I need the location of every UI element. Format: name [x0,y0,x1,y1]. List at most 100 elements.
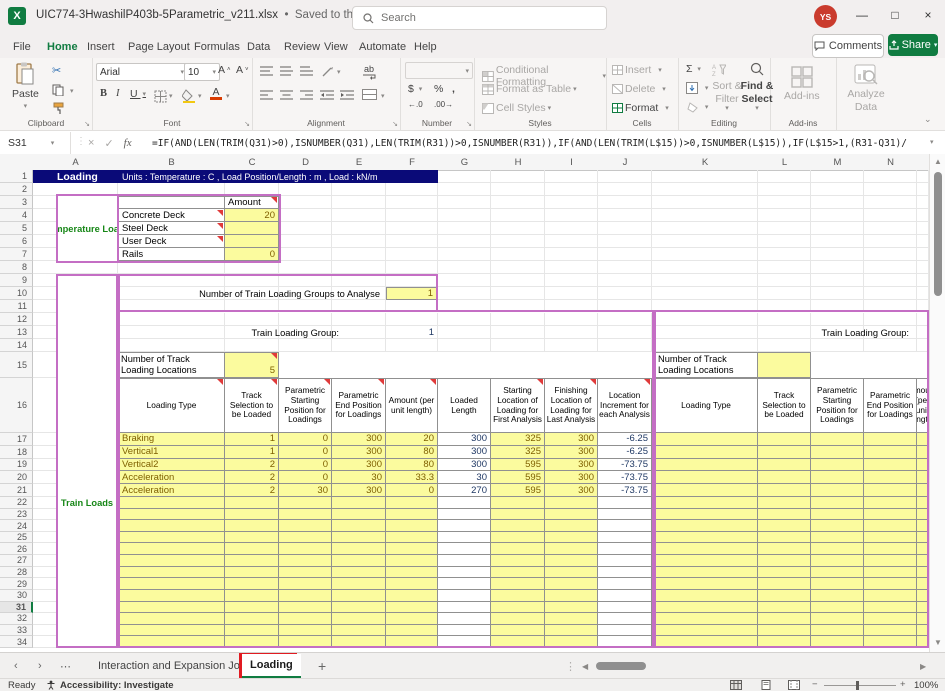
scroll-down-icon[interactable]: ▼ [934,638,942,647]
addins-button[interactable]: Add-ins [784,66,820,102]
font-color-icon[interactable]: A [210,87,222,100]
row-header-30[interactable]: 30 [0,590,33,602]
row-header-32[interactable]: 32 [0,613,33,625]
tab-view[interactable]: View [321,36,351,58]
row-header-19[interactable]: 19 [0,459,33,472]
tab-automate[interactable]: Automate [356,36,409,58]
find-select-button[interactable]: Find & Select▾ [740,80,774,114]
format-cells-button[interactable]: Format ▾ [612,102,669,114]
currency-icon[interactable]: $ ▾ [408,83,422,95]
column-header-H[interactable]: H [491,154,546,171]
maximize-button[interactable]: □ [879,0,911,30]
row-header-28[interactable]: 28 [0,567,33,579]
column-header-K[interactable]: K [652,154,759,171]
zoom-slider-thumb[interactable] [856,681,859,690]
row-header-15[interactable]: 15 [0,352,33,378]
row-header-1[interactable]: 1 [0,170,33,183]
row-header-17[interactable]: 17 [0,433,33,446]
minimize-button[interactable]: — [846,0,878,30]
fx-icon[interactable]: fx [124,137,132,149]
tab-data[interactable]: Data [244,36,273,58]
row-header-29[interactable]: 29 [0,578,33,590]
increase-decimal-icon[interactable]: ←.0 [408,100,423,109]
decrease-indent-icon[interactable] [320,90,334,100]
hscroll-left-icon[interactable]: ◀ [582,653,588,679]
row-header-10[interactable]: 10 [0,287,33,300]
align-top-icon[interactable] [260,66,273,76]
select-all-corner[interactable] [0,154,34,171]
copy-icon[interactable] [52,84,64,96]
row-header-26[interactable]: 26 [0,543,33,555]
clear-icon[interactable]: ▾ [686,101,708,113]
row-header-5[interactable]: 5 [0,222,33,235]
cancel-icon[interactable]: × [88,137,94,149]
tab-file[interactable]: File [10,36,34,58]
borders-dropdown[interactable]: ▾ [169,92,173,100]
next-sheet-icon[interactable]: › [38,653,42,679]
italic-button[interactable]: I [116,88,120,99]
scroll-up-icon[interactable]: ▲ [934,157,942,166]
tab-home[interactable]: Home [44,36,81,60]
hscroll-right-icon[interactable]: ▶ [920,653,926,679]
font-dialog-launcher[interactable]: ↘ [244,120,250,128]
orientation-dropdown[interactable]: ▾ [337,68,341,76]
orientation-icon[interactable] [322,65,334,77]
decrease-decimal-icon[interactable]: .00→ [434,100,453,109]
format-as-table-button[interactable]: Format as Table▾ [482,83,577,95]
name-box[interactable]: S31▾ [0,132,71,154]
align-bottom-icon[interactable] [300,66,313,76]
row-header-20[interactable]: 20 [0,471,33,484]
increase-font-icon[interactable]: A˄ [218,64,231,76]
row-header-2[interactable]: 2 [0,183,33,196]
column-header-L[interactable]: L [758,154,812,171]
number-dialog-launcher[interactable]: ↘ [466,120,472,128]
column-header-B[interactable]: B [118,154,226,171]
cell-styles-button[interactable]: Cell Styles▾ [482,102,551,114]
column-header-N[interactable]: N [864,154,918,171]
align-middle-icon[interactable] [280,66,293,76]
merge-center-icon[interactable] [362,89,377,100]
wrap-text-icon[interactable]: ab [364,64,374,74]
zoom-slider-track[interactable] [824,685,896,686]
row-header-16[interactable]: 16 [0,378,33,433]
column-header-F[interactable]: F [386,154,439,171]
normal-view-icon[interactable] [730,680,742,690]
row-header-31[interactable]: 31 [0,602,33,614]
find-select-icon[interactable] [750,62,764,76]
number-format-select[interactable]: ▾ [405,62,473,79]
analyze-data-button[interactable]: Analyze Data [844,64,888,113]
font-name-select[interactable]: Arial▾ [96,63,188,81]
ribbon-collapse-icon[interactable]: ⌄ [924,114,932,125]
column-header-G[interactable]: G [438,154,492,171]
autosum-icon[interactable]: Σ ▾ [686,63,701,75]
enter-icon[interactable]: ✓ [104,137,113,150]
sheet-tab-loading[interactable]: Loading [242,654,301,678]
column-header-D[interactable]: D [279,154,333,171]
increase-indent-icon[interactable] [340,90,354,100]
tab-formulas[interactable]: Formulas [191,36,243,58]
borders-icon[interactable] [154,90,167,103]
row-header-6[interactable]: 6 [0,235,33,248]
accessibility-status[interactable]: Accessibility: Investigate [60,680,174,691]
row-header-7[interactable]: 7 [0,248,33,261]
fill-down-icon[interactable]: ▾ [686,82,708,94]
row-header-4[interactable]: 4 [0,209,33,222]
row-header-27[interactable]: 27 [0,555,33,567]
row-header-11[interactable]: 11 [0,300,33,313]
row-header-22[interactable]: 22 [0,497,33,509]
column-header-A[interactable]: A [33,154,119,171]
zoom-in-icon[interactable]: + [900,679,906,690]
alignment-dialog-launcher[interactable]: ↘ [392,120,398,128]
row-header-33[interactable]: 33 [0,625,33,637]
tab-review[interactable]: Review [281,36,323,58]
tab-help[interactable]: Help [411,36,440,58]
page-layout-view-icon[interactable] [760,680,772,690]
align-left-icon[interactable] [260,90,273,100]
tab-insert[interactable]: Insert [84,36,118,58]
clipboard-dialog-launcher[interactable]: ↘ [84,120,90,128]
row-header-12[interactable]: 12 [0,313,33,326]
column-header-E[interactable]: E [332,154,387,171]
row-header-8[interactable]: 8 [0,261,33,274]
row-header-25[interactable]: 25 [0,532,33,544]
tab-page-layout[interactable]: Page Layout [125,36,193,58]
